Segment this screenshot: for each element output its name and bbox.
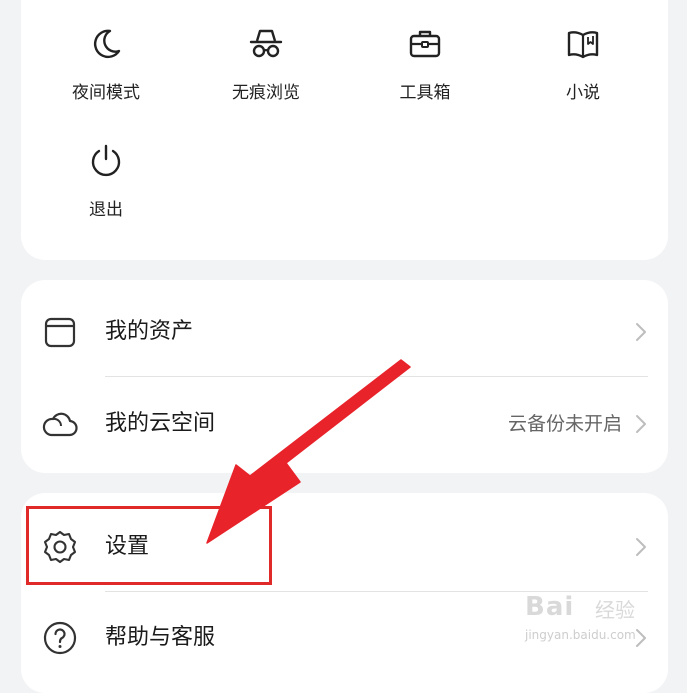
tool-exit[interactable]: 退出 bbox=[46, 142, 166, 237]
chevron-right-icon bbox=[636, 415, 646, 433]
tool-novel[interactable]: 小说 bbox=[523, 25, 643, 120]
tool-incognito[interactable]: 无痕浏览 bbox=[206, 25, 326, 120]
settings-row[interactable]: 设置 bbox=[21, 501, 668, 593]
my-cloud-row[interactable]: 我的云空间 云备份未开启 bbox=[21, 378, 668, 470]
gear-icon bbox=[43, 530, 77, 564]
chevron-right-icon bbox=[636, 323, 646, 341]
wallet-icon bbox=[44, 317, 76, 348]
cloud-icon bbox=[42, 412, 78, 437]
tool-toolbox[interactable]: 工具箱 bbox=[365, 25, 485, 120]
assets-card: 我的资产 我的云空间 云备份未开启 bbox=[21, 280, 668, 473]
tool-label: 夜间模式 bbox=[72, 83, 140, 103]
my-cloud-label: 我的云空间 bbox=[105, 411, 216, 436]
tools-card: 夜间模式 无痕浏览 工具箱 小说 退出 bbox=[21, 0, 668, 260]
incognito-icon bbox=[249, 29, 283, 58]
tool-label: 工具箱 bbox=[399, 83, 451, 103]
chevron-right-icon bbox=[636, 629, 646, 647]
book-icon bbox=[567, 31, 599, 59]
toolbox-icon bbox=[409, 30, 441, 58]
help-label: 帮助与客服 bbox=[105, 625, 216, 650]
cloud-backup-status: 云备份未开启 bbox=[507, 413, 622, 435]
settings-label: 设置 bbox=[105, 534, 150, 559]
tool-label: 无痕浏览 bbox=[232, 83, 300, 103]
row-divider bbox=[105, 376, 648, 377]
my-assets-row[interactable]: 我的资产 bbox=[21, 286, 668, 378]
chevron-right-icon bbox=[636, 538, 646, 556]
tool-night-mode[interactable]: 夜间模式 bbox=[46, 25, 166, 120]
power-icon bbox=[91, 144, 121, 177]
help-row[interactable]: 帮助与客服 bbox=[21, 592, 668, 684]
settings-card: 设置 帮助与客服 bbox=[21, 493, 668, 693]
tool-label: 小说 bbox=[566, 83, 600, 103]
tool-label: 退出 bbox=[89, 200, 123, 220]
my-assets-label: 我的资产 bbox=[105, 319, 194, 344]
moon-icon bbox=[93, 29, 121, 59]
question-icon bbox=[43, 621, 77, 655]
